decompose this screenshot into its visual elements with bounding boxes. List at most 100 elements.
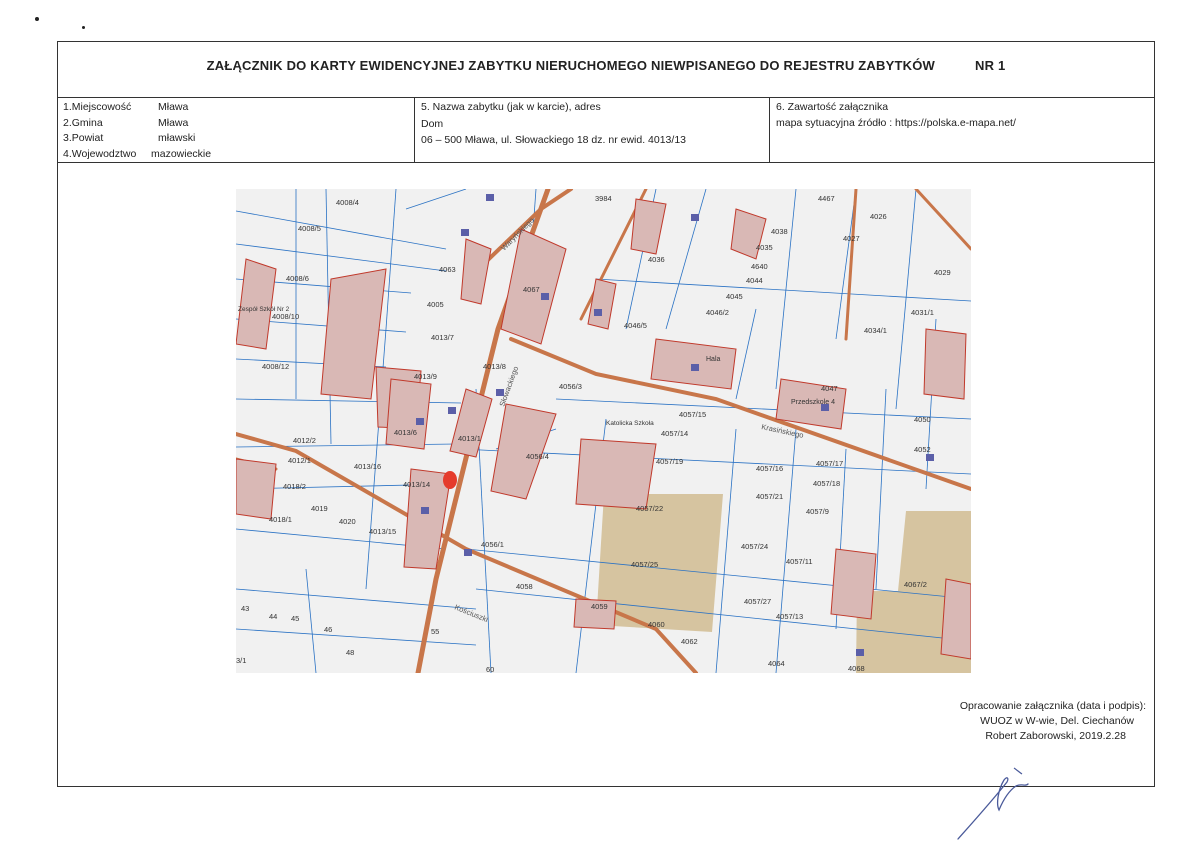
title-number: NR 1 [974, 58, 1006, 73]
page-title: ZAŁĄCZNIK DO KARTY EWIDENCYJNEJ ZABYTKU … [57, 58, 1155, 73]
building [575, 438, 657, 510]
divider-header [57, 97, 1155, 98]
location-row: 1.Miejscowość Mława [63, 100, 211, 116]
svg-text:4057/22: 4057/22 [636, 504, 663, 513]
svg-text:4046/2: 4046/2 [706, 308, 729, 317]
svg-text:4063: 4063 [439, 265, 456, 274]
svg-text:46: 46 [324, 625, 332, 634]
svg-text:4067: 4067 [523, 285, 540, 294]
svg-text:4012/2: 4012/2 [293, 436, 316, 445]
svg-text:4057/17: 4057/17 [816, 459, 843, 468]
svg-text:4008/6: 4008/6 [286, 274, 309, 283]
title-text: ZAŁĄCZNIK DO KARTY EWIDENCYJNEJ ZABYTKU … [206, 58, 935, 73]
map-svg: 4008/4 4008/5 4008/6 4008/10 4008/12 4013/7… [236, 189, 971, 673]
svg-text:4008/10: 4008/10 [272, 312, 299, 321]
svg-text:4013/15: 4013/15 [369, 527, 396, 536]
location-value: mławski [158, 132, 196, 144]
attachment-cell: 6. Zawartość załącznika mapa sytuacyjna … [776, 100, 1016, 131]
location-cell: 1.Miejscowość Mława 2.Gmina Mława 3.Powiat… [63, 100, 211, 162]
svg-text:4057/13: 4057/13 [776, 612, 803, 621]
location-row: 3.Powiat mławski [63, 131, 211, 147]
footer-line: Robert Zaborowski, 2019.2.28 [985, 730, 1126, 742]
map-label-kindergarten: Przedszkole 4 [791, 399, 835, 406]
svg-text:4005: 4005 [427, 300, 444, 309]
svg-text:3984: 3984 [595, 194, 612, 203]
location-value: Mława [158, 101, 189, 113]
svg-text:4018/1: 4018/1 [269, 515, 292, 524]
svg-text:4059: 4059 [591, 602, 608, 611]
location-label: 4.Wojewodztwo [63, 147, 137, 160]
svg-text:4031/1: 4031/1 [911, 308, 934, 317]
building [830, 548, 877, 620]
monument-cell: 5. Nazwa zabytku (jak w karcie), adres D… [421, 100, 686, 149]
svg-text:4056/4: 4056/4 [526, 452, 549, 461]
svg-text:60: 60 [486, 665, 494, 673]
svg-text:4056/3: 4056/3 [559, 382, 582, 391]
svg-text:4060: 4060 [648, 620, 665, 629]
svg-text:4013/16: 4013/16 [354, 462, 381, 471]
location-row: 2.Gmina Mława [63, 116, 211, 132]
location-row: 4.Wojewodztwo mazowieckie [63, 147, 211, 163]
svg-text:4018/2: 4018/2 [283, 482, 306, 491]
svg-text:4064: 4064 [768, 659, 785, 668]
svg-text:4062: 4062 [681, 637, 698, 646]
svg-text:4057/16: 4057/16 [756, 464, 783, 473]
attachment-heading: 6. Zawartość załącznika [776, 101, 889, 113]
location-label: 1.Miejscowość [63, 101, 132, 113]
preparation-note: Opracowanie załącznika (data i podpis): … [960, 699, 1146, 744]
svg-text:4057/9: 4057/9 [806, 507, 829, 516]
svg-text:43: 43 [241, 604, 249, 613]
svg-text:4019: 4019 [311, 504, 328, 513]
divider-col2 [769, 97, 770, 162]
svg-text:4013/7: 4013/7 [431, 333, 454, 342]
svg-text:4046/5: 4046/5 [624, 321, 647, 330]
building [385, 378, 432, 450]
map-label-church: Katolicka Szkoła [606, 420, 654, 427]
svg-text:4047: 4047 [821, 384, 838, 393]
svg-text:4034/1: 4034/1 [864, 326, 887, 335]
svg-text:4057/11: 4057/11 [786, 557, 813, 566]
svg-text:4067/2: 4067/2 [904, 580, 927, 589]
svg-text:4057/14: 4057/14 [661, 429, 688, 438]
svg-text:4057/19: 4057/19 [656, 457, 683, 466]
svg-text:4013/9: 4013/9 [414, 372, 437, 381]
svg-text:4008/12: 4008/12 [262, 362, 289, 371]
svg-text:4056/1: 4056/1 [481, 540, 504, 549]
building [940, 578, 971, 660]
svg-text:4044: 4044 [746, 276, 763, 285]
building [923, 328, 967, 400]
svg-text:4013/8: 4013/8 [483, 362, 506, 371]
location-value: mazowieckie [151, 147, 212, 160]
location-label: 2.Gmina [63, 116, 103, 129]
scan-dot [35, 17, 39, 21]
svg-text:4036: 4036 [648, 255, 665, 264]
monument-address: 06 – 500 Mława, ul. Słowackiego 18 dz. n… [421, 134, 686, 146]
monument-name: Dom [421, 117, 444, 130]
svg-text:4013/14: 4013/14 [403, 480, 430, 489]
svg-text:4029: 4029 [934, 268, 951, 277]
svg-text:4038: 4038 [771, 227, 788, 236]
svg-text:4035: 4035 [756, 243, 773, 252]
svg-text:44: 44 [269, 612, 277, 621]
svg-text:4050: 4050 [914, 415, 931, 424]
svg-text:4013/6: 4013/6 [394, 428, 417, 437]
svg-text:4057/24: 4057/24 [741, 542, 768, 551]
svg-text:4008/4: 4008/4 [336, 198, 359, 207]
svg-text:4045: 4045 [726, 292, 743, 301]
attachment-content: mapa sytuacyjna źródło : https://polska.… [776, 116, 1016, 129]
situation-map: 4008/4 4008/5 4008/6 4008/10 4008/12 4013/7… [236, 189, 971, 673]
signature [957, 767, 1029, 840]
svg-text:4058: 4058 [516, 582, 533, 591]
svg-text:4467: 4467 [818, 194, 835, 203]
svg-text:45: 45 [291, 614, 299, 623]
svg-text:4013/1: 4013/1 [458, 434, 481, 443]
monument-heading: 5. Nazwa zabytku (jak w karcie), adres [421, 101, 601, 113]
svg-text:4026: 4026 [870, 212, 887, 221]
map-label-hall: Hala [706, 356, 721, 363]
svg-text:4008/5: 4008/5 [298, 224, 321, 233]
svg-text:4057/25: 4057/25 [631, 560, 658, 569]
location-label: 3.Powiat [63, 132, 104, 144]
svg-text:4012/1: 4012/1 [288, 456, 311, 465]
svg-text:4020: 4020 [339, 517, 356, 526]
location-value: Mława [158, 116, 189, 129]
